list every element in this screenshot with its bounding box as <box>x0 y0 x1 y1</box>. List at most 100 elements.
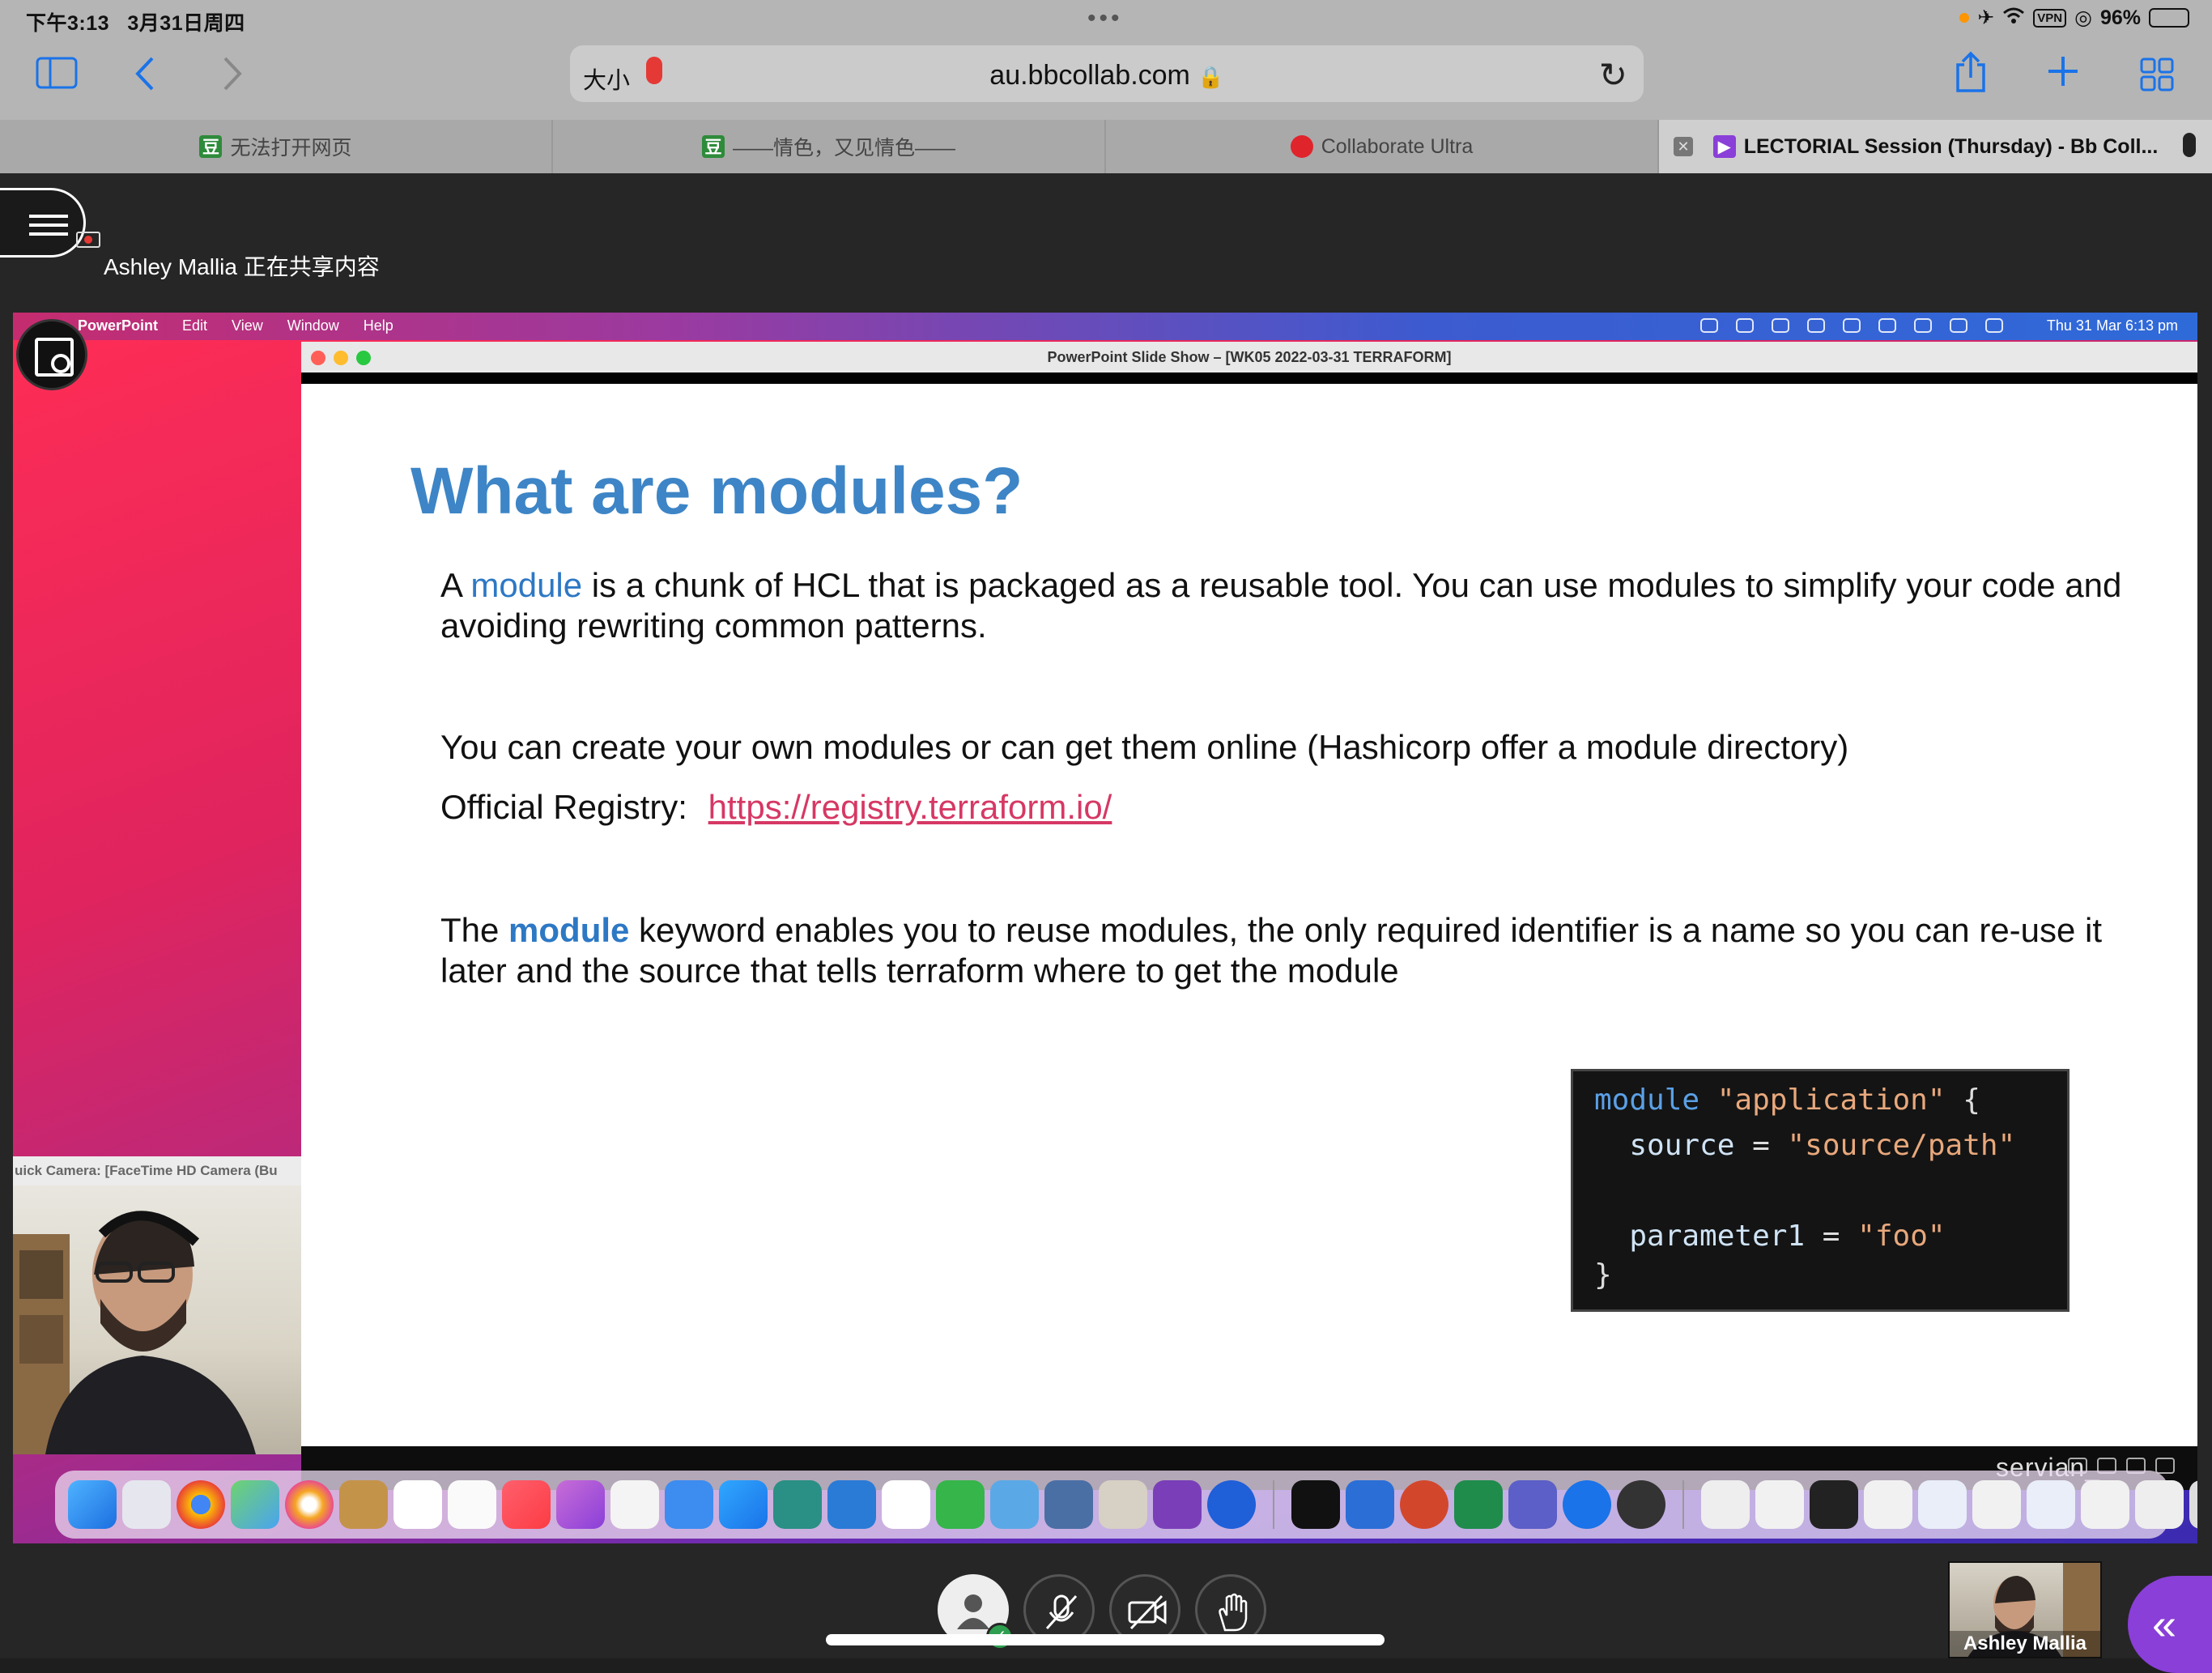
photos-icon <box>285 1480 334 1529</box>
mac-status-icon <box>1807 318 1825 333</box>
share-icon[interactable] <box>1953 50 1989 101</box>
calendar-icon <box>393 1480 442 1529</box>
window-title-text: PowerPoint Slide Show – [WK05 2022-03-31… <box>1047 349 1452 365</box>
code-line-1: module "application" { <box>1594 1078 2046 1123</box>
mac-status-icon <box>1736 318 1754 333</box>
slide-paragraph-2: You can create your own modules or can g… <box>440 728 1849 766</box>
service-icon <box>2155 1458 2175 1474</box>
menu-window: Window <box>287 317 339 334</box>
mic-muted-icon <box>1045 1594 1078 1630</box>
slide: What are modules? A module is a chunk of… <box>301 384 2197 1446</box>
tab-label: Collaborate Ultra <box>1321 134 1474 158</box>
window-thumbnail-icon <box>2135 1480 2184 1529</box>
dock-separator <box>1682 1480 1684 1529</box>
url-display: au.bbcollab.com 🔒 <box>570 60 1644 92</box>
finder-icon <box>68 1480 117 1529</box>
mac-menu-bar: PowerPoint Edit View Window Help Thu 31 … <box>13 313 2197 340</box>
close-tab-icon[interactable]: ✕ <box>1674 137 1693 156</box>
wifi-icon <box>2002 6 2025 30</box>
multitasking-dots-icon[interactable]: ••• <box>1087 6 1123 31</box>
registry-label: Official Registry: <box>440 788 687 826</box>
tab-collaborate-ultra[interactable]: Collaborate Ultra <box>1106 120 1659 173</box>
app-store-icon <box>719 1480 768 1529</box>
tab-label: 无法打开网页 <box>230 137 352 160</box>
menu-view: View <box>232 317 263 334</box>
status-bar: 下午3:13 3月31日周四 ••• ✈ VPN ◎ 96% <box>0 0 2212 39</box>
window-thumbnail-icon <box>2081 1480 2129 1529</box>
tab-douban-2[interactable]: 豆 ——情色，又见情色—— <box>553 120 1106 173</box>
vpn-badge: VPN <box>2033 8 2067 28</box>
kindle-icon <box>773 1480 822 1529</box>
notes-app-icon <box>1099 1480 1147 1529</box>
collaborate-favicon-icon <box>1290 135 1313 158</box>
podcasts-icon <box>556 1480 605 1529</box>
mac-status-icons <box>1700 318 2003 333</box>
session-menu-button[interactable] <box>0 188 86 258</box>
onenote-icon <box>1153 1480 1202 1529</box>
code-token: source <box>1629 1129 1735 1162</box>
webex-icon <box>1563 1480 1611 1529</box>
typora-icon <box>882 1480 930 1529</box>
launchpad-icon <box>122 1480 171 1529</box>
word-icon <box>1346 1480 1394 1529</box>
new-tab-icon[interactable] <box>2045 53 2081 96</box>
maps-icon <box>231 1480 279 1529</box>
battery-icon <box>2149 8 2189 28</box>
zoom-content-icon[interactable] <box>16 319 87 390</box>
code-token: module <box>1594 1083 1700 1117</box>
tab-label: ——情色，又见情色—— <box>732 137 955 160</box>
trash-icon <box>2189 1480 2197 1529</box>
url-text[interactable]: au.bbcollab.com <box>989 60 1190 91</box>
mac-status-icon <box>1950 318 1967 333</box>
hand-icon <box>1219 1593 1248 1632</box>
tab-lectorial-session[interactable]: ✕ ▶ LECTORIAL Session (Thursday) - Bb Co… <box>1659 120 2212 173</box>
status-time: 下午3:13 3月31日周四 <box>26 12 245 35</box>
dock-separator <box>1273 1480 1274 1529</box>
camera-off-icon <box>1128 1594 1167 1630</box>
text: A <box>440 566 471 604</box>
menu-help: Help <box>363 317 393 334</box>
address-bar[interactable]: 大小 au.bbcollab.com 🔒 ↻ <box>570 45 1644 102</box>
minimize-window-icon <box>334 351 348 365</box>
text: is a chunk of HCL that is packaged as a … <box>440 566 2122 645</box>
excel-icon <box>1454 1480 1503 1529</box>
back-icon[interactable] <box>133 55 157 100</box>
app-menu-powerpoint: PowerPoint <box>78 317 159 334</box>
forward-icon[interactable] <box>220 55 245 100</box>
home-indicator <box>826 1634 1385 1645</box>
mac-clock: Thu 31 Mar 6:13 pm <box>2046 317 2178 334</box>
sharing-status-label: Ashley Mallia 正在共享内容 <box>104 254 380 279</box>
reminders-icon <box>448 1480 496 1529</box>
powerpoint-window: PowerPoint Slide Show – [WK05 2022-03-31… <box>301 342 2197 1490</box>
code-token: { <box>1963 1083 1980 1117</box>
slide-title: What are modules? <box>410 454 1023 528</box>
code-snippet: module "application" { source = "source/… <box>1571 1069 2069 1312</box>
slide-paragraph-3: The module keyword enables you to reuse … <box>440 910 2133 991</box>
open-collaborate-panel-button[interactable]: « <box>2128 1576 2212 1673</box>
browser-toolbar: 大小 au.bbcollab.com 🔒 ↻ <box>0 39 2212 120</box>
participant-video-tile[interactable]: Ashley Mallia <box>1948 1561 2102 1658</box>
teams-icon <box>1508 1480 1557 1529</box>
sidebar-toggle-icon[interactable] <box>36 57 78 96</box>
close-window-icon <box>311 351 325 365</box>
collaborate-purple-favicon-icon: ▶ <box>1712 135 1736 158</box>
sourcetree-icon <box>1207 1480 1256 1529</box>
collaborate-session: Ashley Mallia 正在共享内容 PowerPoint Edit Vie… <box>0 173 2212 1673</box>
document-icon <box>1701 1480 1750 1529</box>
code-line-2: source = "source/path" <box>1594 1123 2046 1169</box>
tab-overview-icon[interactable] <box>2139 57 2175 100</box>
maximize-window-icon <box>356 351 371 365</box>
tab-microphone-icon[interactable] <box>2183 133 2196 157</box>
mac-status-icon <box>1843 318 1861 333</box>
text: The <box>440 911 509 949</box>
powerpoint-icon <box>1400 1480 1448 1529</box>
mic-in-use-dot-icon <box>1959 13 1970 23</box>
chrome-icon <box>177 1480 225 1529</box>
slide-paragraph-1: A module is a chunk of HCL that is packa… <box>440 565 2133 646</box>
code-token: "foo" <box>1857 1220 1946 1253</box>
tab-douban-1[interactable]: 豆 无法打开网页 <box>0 120 553 173</box>
reload-icon[interactable]: ↻ <box>1599 55 1627 95</box>
camera-window-title: uick Camera: [FaceTime HD Camera (Bu <box>13 1156 301 1186</box>
keyword-module: module <box>470 566 583 604</box>
